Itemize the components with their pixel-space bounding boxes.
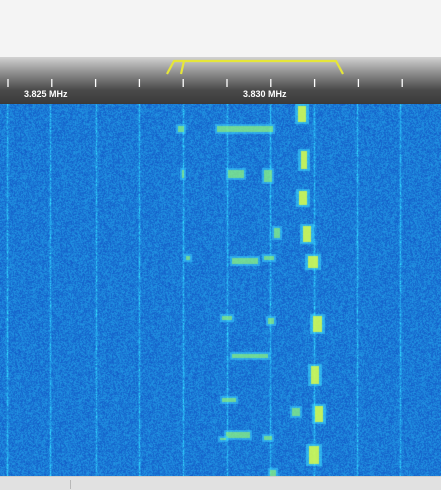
top-panel xyxy=(0,0,441,57)
freq-label-3830: 3.830 MHz xyxy=(243,89,287,99)
passband-indicator[interactable] xyxy=(166,59,344,75)
frequency-scale[interactable]: 3.825 MHz 3.830 MHz xyxy=(0,57,441,104)
freq-label-3825: 3.825 MHz xyxy=(24,89,68,99)
waterfall-display[interactable] xyxy=(0,104,441,476)
waterfall-canvas[interactable] xyxy=(0,104,441,476)
status-bar xyxy=(0,476,441,490)
scale-ticks xyxy=(7,79,403,87)
status-divider xyxy=(70,480,71,489)
